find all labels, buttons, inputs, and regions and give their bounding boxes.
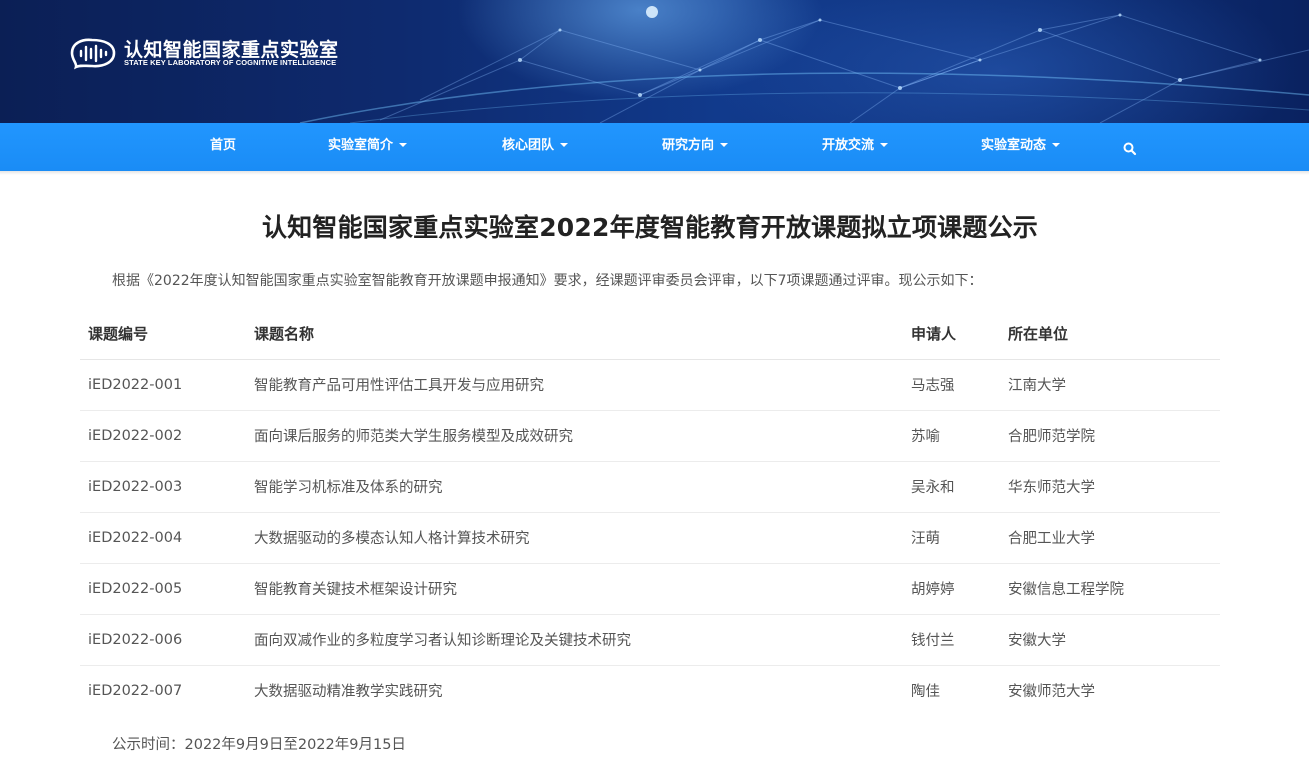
intro-paragraph: 根据《2022年度认知智能国家重点实验室智能教育开放课题申报通知》要求，经课题评… bbox=[112, 273, 983, 289]
cell-project-name: 面向课后服务的师范类大学生服务模型及成效研究 bbox=[246, 410, 903, 462]
cell-applicant: 钱付兰 bbox=[903, 614, 1000, 666]
nav-item-lab-intro[interactable]: 实验室简介 bbox=[328, 123, 408, 171]
table-row: iED2022-002 面向课后服务的师范类大学生服务模型及成效研究 苏喻 合肥… bbox=[80, 410, 1220, 462]
cell-institution: 安徽大学 bbox=[1000, 614, 1220, 666]
cell-institution: 合肥工业大学 bbox=[1000, 512, 1220, 564]
caret-down-icon bbox=[720, 142, 729, 147]
table-header-row: 课题编号 课题名称 申请人 所在单位 bbox=[80, 308, 1220, 360]
caret-down-icon bbox=[560, 142, 569, 147]
cell-applicant: 胡婷婷 bbox=[903, 563, 1000, 615]
cell-institution: 安徽信息工程学院 bbox=[1000, 563, 1220, 615]
caret-down-icon bbox=[399, 142, 408, 147]
cell-institution: 安徽师范大学 bbox=[1008, 684, 1095, 701]
cell-institution: 华东师范大学 bbox=[1000, 461, 1220, 513]
cell-project-id: iED2022-002 bbox=[80, 410, 246, 462]
nav-item-label: 研究方向 bbox=[662, 138, 715, 153]
column-header-institution: 所在单位 bbox=[1000, 308, 1220, 360]
caret-down-icon bbox=[1052, 142, 1061, 147]
cell-project-id: iED2022-007 bbox=[88, 682, 183, 699]
cell-institution: 合肥师范学院 bbox=[1000, 410, 1220, 462]
cell-project-name: 智能学习机标准及体系的研究 bbox=[246, 461, 903, 513]
main-nav: 首页 实验室简介 核心团队 研究方向 开放交流 实验室动态 bbox=[0, 123, 1309, 171]
site-subtitle: STATE KEY LABORATORY OF COGNITIVE INTELL… bbox=[124, 58, 337, 67]
cell-project-name: 大数据驱动精准教学实践研究 bbox=[254, 684, 443, 701]
table-row: iED2022-007 大数据驱动精准教学实践研究 陶佳 安徽师范大学 bbox=[80, 665, 1220, 716]
nav-item-exchange[interactable]: 开放交流 bbox=[822, 123, 889, 171]
cell-project-id: iED2022-006 bbox=[80, 614, 246, 666]
cell-project-name: 大数据驱动的多模态认知人格计算技术研究 bbox=[246, 512, 903, 564]
nav-item-label: 开放交流 bbox=[822, 138, 875, 153]
table-row: iED2022-006 面向双减作业的多粒度学习者认知诊断理论及关键技术研究 钱… bbox=[80, 614, 1220, 666]
cell-applicant: 马志强 bbox=[903, 359, 1000, 411]
column-header-applicant: 申请人 bbox=[903, 308, 1000, 360]
cell-institution: 江南大学 bbox=[1000, 359, 1220, 411]
caret-down-icon bbox=[880, 142, 889, 147]
column-header-id: 课题编号 bbox=[80, 308, 246, 360]
nav-item-label: 实验室简介 bbox=[328, 138, 394, 153]
nav-item-news[interactable]: 实验室动态 bbox=[981, 123, 1061, 171]
search-icon[interactable] bbox=[1122, 141, 1138, 157]
cell-applicant: 吴永和 bbox=[903, 461, 1000, 513]
nav-item-research[interactable]: 研究方向 bbox=[662, 123, 729, 171]
column-header-name: 课题名称 bbox=[246, 308, 903, 360]
table-row: iED2022-001 智能教育产品可用性评估工具开发与应用研究 马志强 江南大… bbox=[80, 359, 1220, 411]
cell-project-name: 智能教育关键技术框架设计研究 bbox=[246, 563, 903, 615]
nav-shadow bbox=[0, 171, 1309, 175]
nav-item-label: 首页 bbox=[210, 138, 237, 153]
table-row: iED2022-003 智能学习机标准及体系的研究 吴永和 华东师范大学 bbox=[80, 461, 1220, 513]
cell-applicant: 汪萌 bbox=[903, 512, 1000, 564]
cell-project-id: iED2022-004 bbox=[80, 512, 246, 564]
table-row: iED2022-005 智能教育关键技术框架设计研究 胡婷婷 安徽信息工程学院 bbox=[80, 563, 1220, 615]
page-title: 认知智能国家重点实验室2022年度智能教育开放课题拟立项课题公示 bbox=[262, 213, 1038, 242]
publicity-time: 公示时间：2022年9月9日至2022年9月15日 bbox=[112, 737, 406, 753]
nav-item-core-team[interactable]: 核心团队 bbox=[502, 123, 569, 171]
nav-item-home[interactable]: 首页 bbox=[210, 123, 236, 171]
cell-project-name: 面向双减作业的多粒度学习者认知诊断理论及关键技术研究 bbox=[246, 614, 903, 666]
header-banner: 认知智能国家重点实验室 STATE KEY LABORATORY OF COGN… bbox=[0, 0, 1309, 123]
nav-item-label: 实验室动态 bbox=[981, 138, 1047, 153]
projects-table: 课题编号 课题名称 申请人 所在单位 iED2022-001 智能教育产品可用性… bbox=[80, 308, 1220, 716]
cell-applicant: 苏喻 bbox=[903, 410, 1000, 462]
cell-project-id: iED2022-005 bbox=[80, 563, 246, 615]
cell-project-id: iED2022-003 bbox=[80, 461, 246, 513]
cell-applicant: 陶佳 bbox=[911, 684, 940, 701]
nav-item-label: 核心团队 bbox=[502, 138, 555, 153]
table-row: iED2022-004 大数据驱动的多模态认知人格计算技术研究 汪萌 合肥工业大… bbox=[80, 512, 1220, 564]
brain-wave-icon bbox=[70, 38, 116, 70]
cell-project-id: iED2022-001 bbox=[80, 359, 246, 411]
cell-project-name: 智能教育产品可用性评估工具开发与应用研究 bbox=[246, 359, 903, 411]
